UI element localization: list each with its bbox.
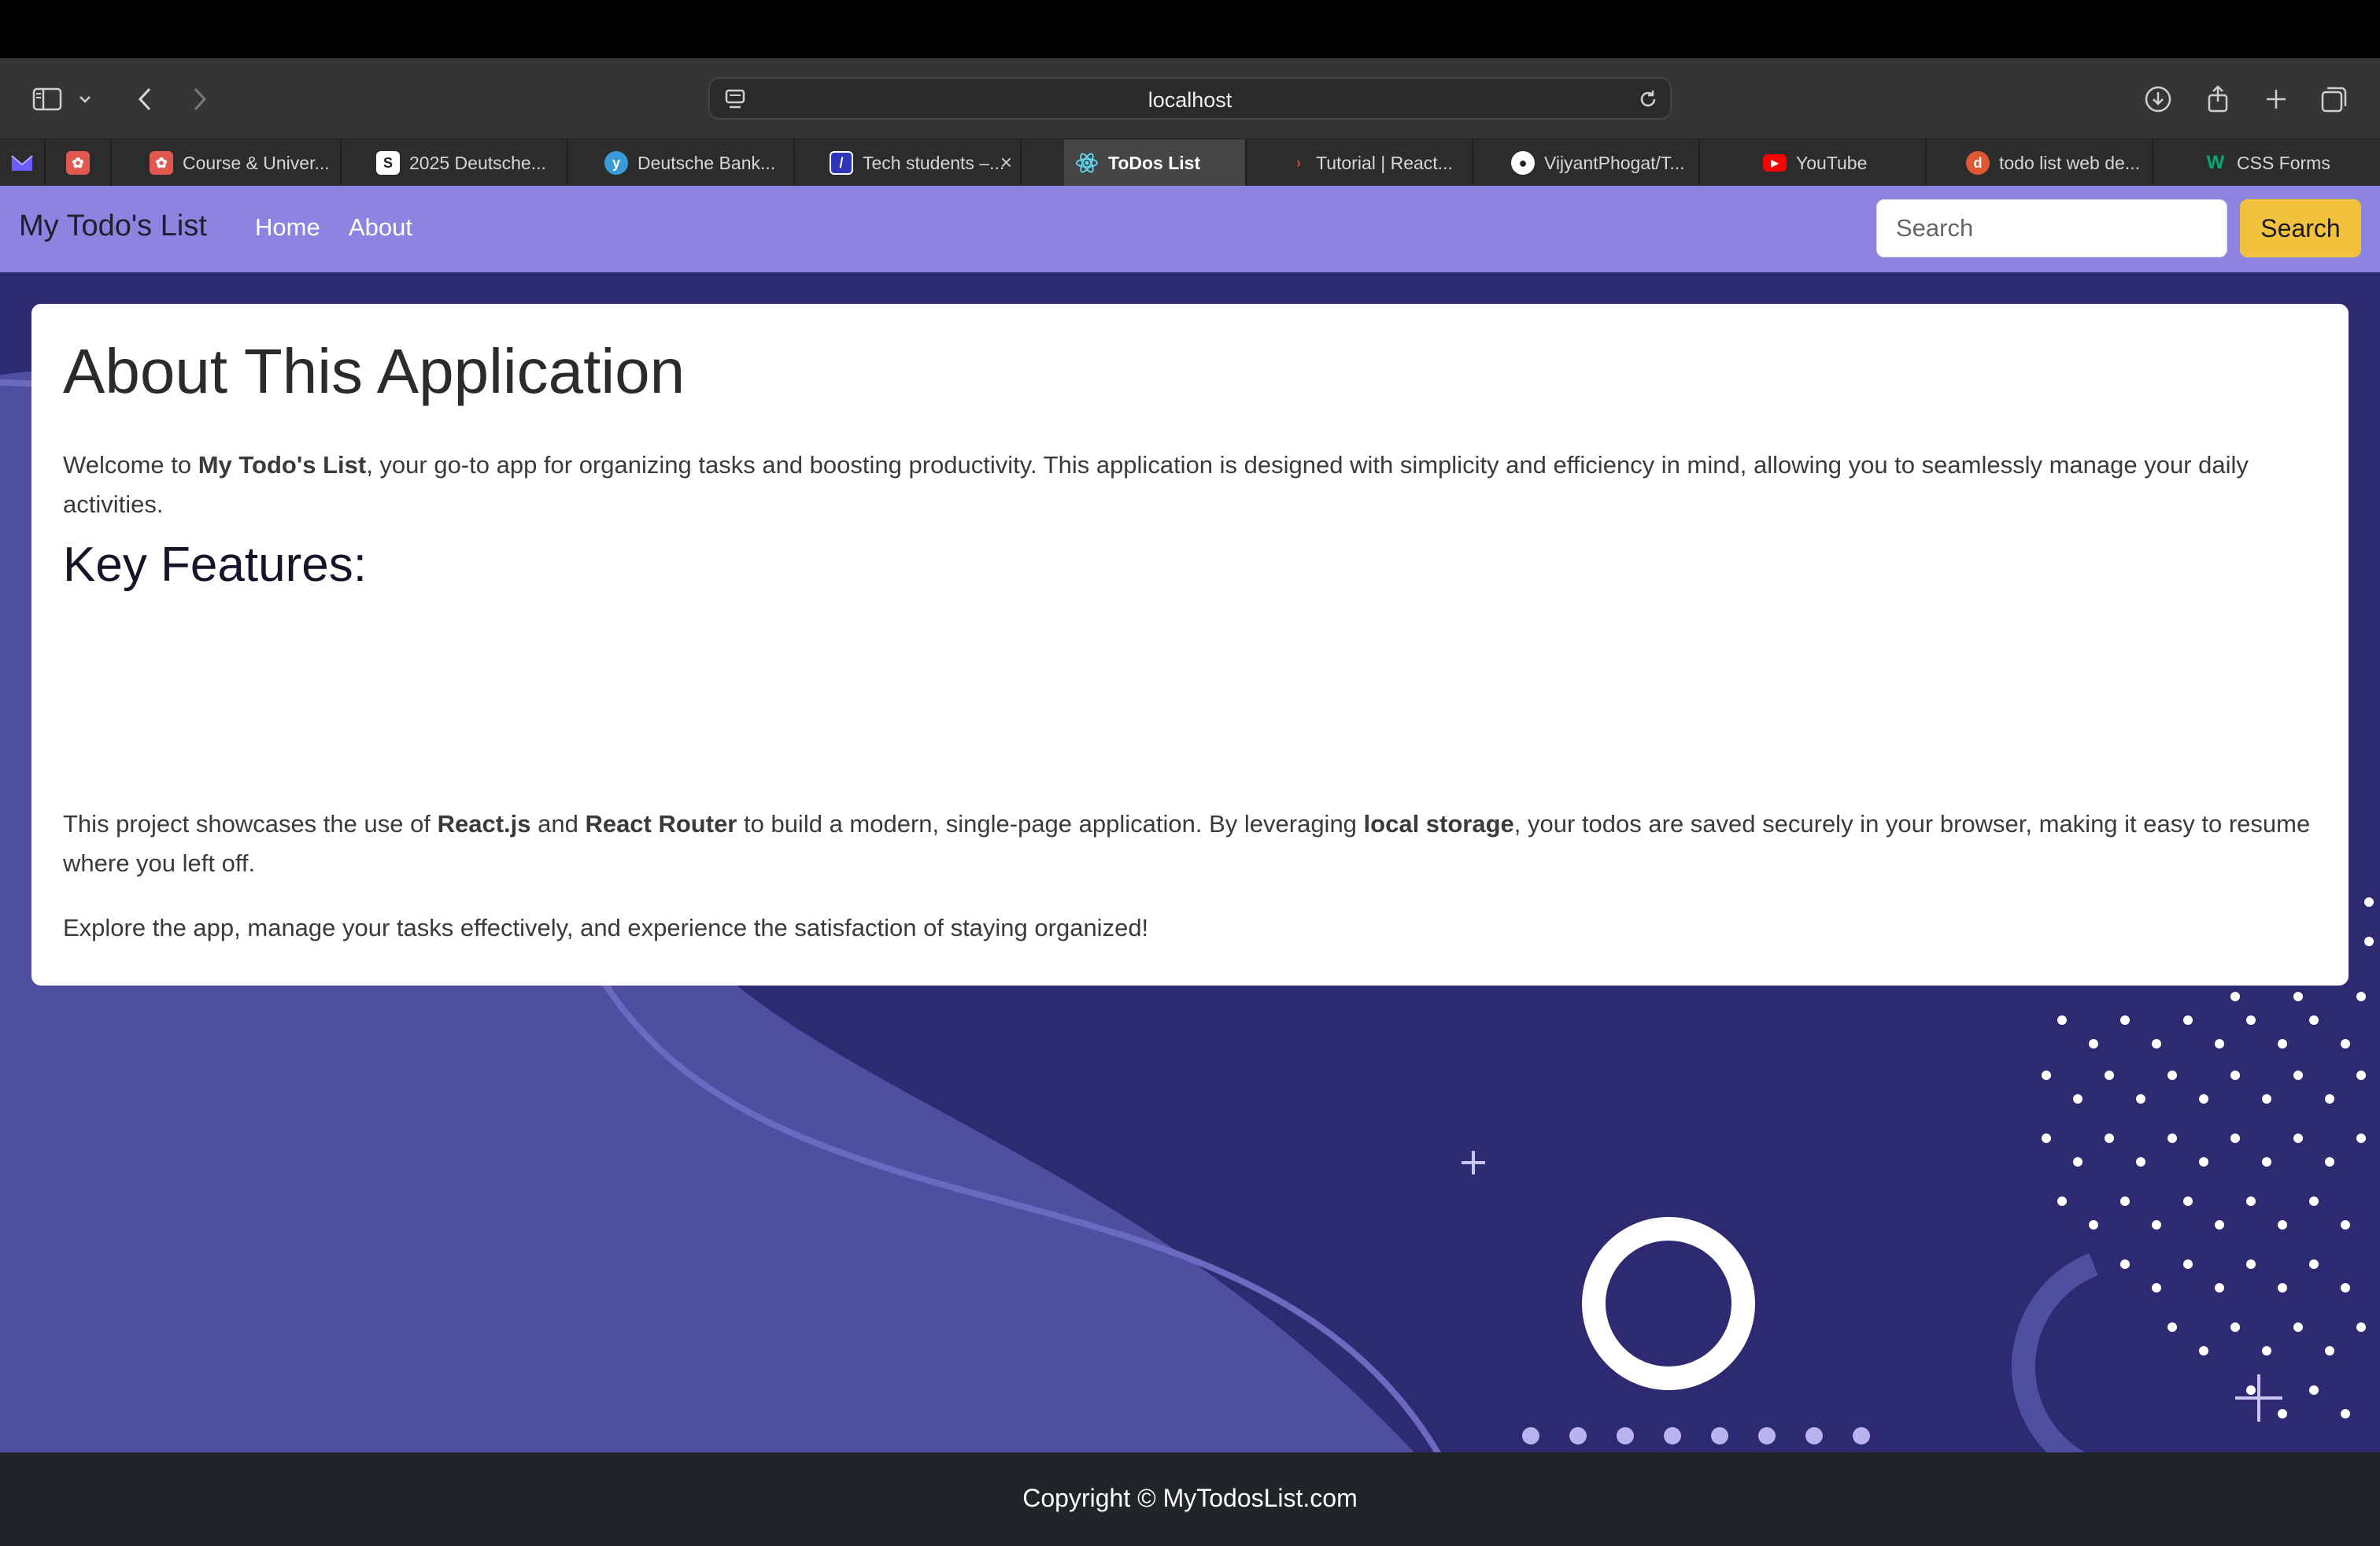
search-input[interactable] — [1876, 199, 2227, 257]
close-tab-icon[interactable]: × — [1000, 150, 1012, 175]
tech-bold: React.js — [437, 810, 531, 838]
flower-icon: ✿ — [150, 151, 173, 175]
chevron-right-icon: › — [1296, 154, 1301, 171]
back-icon[interactable] — [128, 82, 162, 117]
tab-todo-list-web[interactable]: d todo list web de... — [1927, 139, 2153, 187]
tab-label: 2025 Deutsche... — [409, 152, 546, 173]
slash-box-icon: / — [830, 151, 853, 175]
sidebar-toggle-icon[interactable] — [30, 82, 65, 117]
app-name-bold: My Todo's List — [198, 451, 367, 479]
duckduckgo-icon: d — [1966, 151, 1990, 175]
tab-pinned-course[interactable]: ✿ — [46, 139, 112, 187]
features-heading: Key Features: — [63, 538, 367, 592]
navbar: My Todo's List Home About Search — [0, 186, 2380, 272]
tech-bold: React Router — [585, 810, 737, 838]
tab-label: Deutsche Bank... — [638, 152, 776, 173]
youtube-icon: ▶ — [1763, 154, 1787, 172]
tab-tutorial-react[interactable]: › Tutorial | React... — [1247, 139, 1473, 187]
menu-bar-area — [0, 0, 2380, 58]
tab-label: todo list web de... — [1999, 152, 2140, 173]
about-card: About This Application Welcome to My Tod… — [31, 304, 2349, 986]
nav-link-home[interactable]: Home — [255, 213, 320, 242]
tech-bold: local storage — [1363, 810, 1514, 838]
tab-bar: ✿ ✿ Course & Univer... S 2025 Deutsche..… — [0, 139, 2380, 187]
tech-paragraph: This project showcases the use of React.… — [63, 804, 2317, 883]
tab-label: CSS Forms — [2237, 152, 2330, 173]
tab-label: Course & Univer... — [183, 152, 330, 173]
tab-label: ToDos List — [1108, 152, 1201, 173]
search-button[interactable]: Search — [2240, 199, 2361, 257]
tech-text: This project showcases the use of — [63, 810, 438, 838]
share-icon[interactable] — [2201, 82, 2235, 117]
swirl-icon: S — [376, 151, 400, 175]
page-title: About This Application — [63, 336, 686, 406]
download-icon[interactable] — [2141, 82, 2175, 117]
nav-link-about[interactable]: About — [349, 213, 412, 242]
tab-todos-list[interactable]: ToDos List — [1064, 139, 1247, 187]
github-icon: ● — [1511, 151, 1535, 175]
tab-deutsche-2025[interactable]: S 2025 Deutsche... — [342, 139, 568, 187]
brand-link[interactable]: My Todo's List — [19, 209, 207, 243]
tab-label: VijyantPhogat/T... — [1544, 152, 1685, 173]
chevron-down-icon[interactable] — [76, 82, 94, 117]
tab-overview-icon[interactable] — [2317, 82, 2352, 117]
web-page: My Todo's List Home About Search About T… — [0, 186, 2380, 1546]
tab-deutsche-bank[interactable]: y Deutsche Bank... — [568, 139, 795, 187]
tab-tech-students[interactable]: / Tech students –... × — [795, 139, 1022, 187]
copyright-text: Copyright © MyTodosList.com — [1022, 1484, 1358, 1512]
tech-text: and — [530, 810, 586, 838]
address-bar[interactable]: localhost — [708, 77, 1672, 120]
url-text[interactable]: localhost — [710, 88, 1670, 113]
flower-icon: ✿ — [66, 151, 90, 175]
intro-text: Welcome to — [63, 451, 198, 479]
w3-icon: W — [2206, 152, 2225, 173]
reload-icon[interactable] — [1637, 88, 1659, 114]
closing-paragraph: Explore the app, manage your tasks effec… — [63, 914, 1149, 941]
mail-icon — [10, 151, 34, 175]
intro-paragraph: Welcome to My Todo's List, your go-to ap… — [63, 446, 2317, 524]
intro-text: , your go-to app for organizing tasks an… — [63, 451, 2249, 518]
tab-label: YouTube — [1796, 152, 1868, 173]
tab-github[interactable]: ● VijyantPhogat/T... — [1473, 139, 1700, 187]
tab-label: Tutorial | React... — [1316, 152, 1453, 173]
tech-text: to build a modern, single-page applicati… — [737, 810, 1364, 838]
react-icon — [1075, 151, 1099, 175]
bank-icon: y — [604, 151, 628, 175]
new-tab-icon[interactable] — [2259, 82, 2293, 117]
tab-course[interactable]: ✿ Course & Univer... — [112, 139, 342, 187]
tab-label: Tech students –... — [863, 152, 1005, 173]
tab-pinned-mail[interactable] — [0, 139, 46, 187]
tab-css-forms[interactable]: W CSS Forms — [2153, 139, 2380, 187]
tab-youtube[interactable]: ▶ YouTube — [1700, 139, 1927, 187]
forward-icon[interactable] — [183, 82, 217, 117]
footer: Copyright © MyTodosList.com — [0, 1452, 2380, 1546]
